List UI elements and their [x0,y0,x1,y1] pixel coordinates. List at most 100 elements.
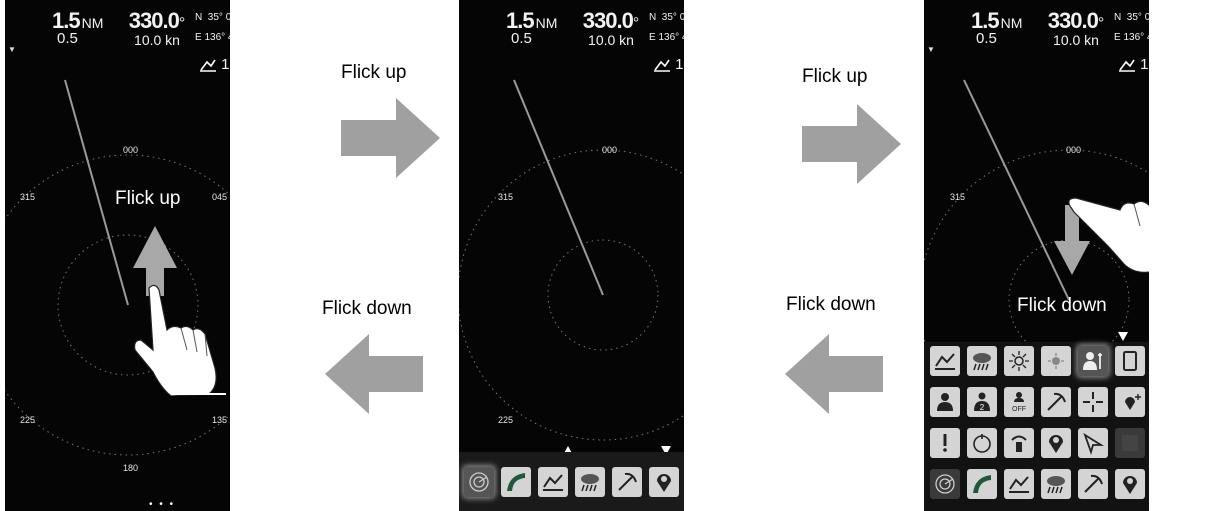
waypoint-pin-icon [1123,476,1137,494]
lat-hemi: N [649,12,657,23]
range-unit: NM [535,15,558,31]
menu-tablet-button[interactable] [1115,346,1145,376]
dock-rain-button[interactable] [574,466,605,497]
page-indicator[interactable]: • • • [149,499,175,510]
waypoint-pin-icon [1049,435,1063,453]
menu-rain-2-button[interactable] [1041,469,1071,499]
radar-screen-1[interactable]: ▼ 1.5NM 0.5 330.0° 10.0 kn N 35° 03.0070… [5,0,230,511]
settings-person-icon [1083,352,1102,370]
flow-label-bottom-left: Flick down [322,298,412,319]
menu-pickaxe-button[interactable] [1041,387,1071,417]
flow-label-top-right: Flick up [802,66,868,87]
longitude: 136° 46.9950' [1123,32,1149,43]
bearing-225: 225 [498,415,514,425]
position-readout: N 35° 03.0070' E 136° 46.9950' [195,12,230,52]
blank-tile-icon [1122,435,1138,451]
radar-screen-3[interactable]: ▼ 1.5NM 0.5 330.0° 10.0 kn N 35° 03.0070… [924,0,1149,511]
depth-icon [654,59,670,72]
bearing-225: 225 [20,415,36,425]
menu-person-off-button[interactable]: OFF [1004,387,1034,417]
menu-waypoint-2-button[interactable] [1115,469,1145,499]
header-panel: 1.5NM 0.5 330.0° 10.0 kn N 35° 03.0070' … [459,8,684,78]
depth-readout: 120.0m [1118,56,1149,73]
target-add-icon [1125,394,1141,410]
lat-hemi: N [195,12,203,23]
menu-radar-scope-button[interactable] [930,469,960,499]
menu-sun-dim-button[interactable] [1041,346,1071,376]
lon-hemi: E [1114,32,1121,43]
menu-target-add-button[interactable] [1115,387,1145,417]
dock-depth-button[interactable] [538,466,569,497]
brightness-icon [1009,351,1029,371]
heading-value: 330.0 [128,8,180,33]
longitude: 136° 46.9950' [204,32,230,43]
right-arrow-icon [802,104,901,184]
depth-bottom-icon [935,353,955,370]
curve-icon [507,472,526,491]
latitude: 35° 03.0070' [1126,12,1149,23]
cursor-line-icon [1083,432,1105,455]
depth-bottom-icon [1009,476,1029,493]
speed-value: 10.0 kn [1053,32,1099,48]
latitude: 35° 03.0070' [207,12,230,23]
bearing-045: 045 [212,192,228,202]
position-readout: N 35° 03.0070' E 136° 46.9950' [1114,12,1149,52]
lon-hemi: E [649,32,656,43]
rain-clutter-icon [580,473,599,491]
speed-value: 10.0 kn [134,32,180,48]
menu-crosshair-button[interactable] [1078,387,1108,417]
range-readout[interactable]: 1.5 NM 0.5 [52,8,103,47]
range-unit: NM [1000,15,1023,31]
depth-readout: 120.0m [653,56,684,73]
heading-value: 330.0 [1047,8,1099,33]
bearing-000: 000 [602,145,618,155]
depth-bottom-icon [543,473,564,491]
menu-person-button[interactable] [930,387,960,417]
position-readout: N 35° 03.0070' E 136° 46.9950' [649,12,684,52]
menu-waypoint-button[interactable] [1041,428,1071,458]
menu-alert-button[interactable] [930,428,960,458]
heading-degree: ° [632,15,640,32]
depth-value: 120.0 [675,56,684,73]
bearing-135: 135 [212,415,228,425]
ring-interval: 0.5 [976,30,997,47]
range-readout[interactable]: 1.5 NM 0.5 [506,8,558,47]
menu-pickaxe-2-button[interactable] [1078,469,1108,499]
menu-receiver-button[interactable] [1004,428,1034,458]
menu-curve-button[interactable] [967,469,997,499]
menu-blank-button[interactable] [1115,428,1145,458]
bearing-000: 000 [1066,145,1082,155]
range-readout[interactable]: 1.5 NM 0.5 [971,8,1023,47]
dock-radar-scope-button[interactable] [464,466,495,497]
dock-pickaxe-button[interactable] [611,466,642,497]
dock-waypoint-button[interactable] [648,466,679,497]
heading-degree: ° [1097,15,1105,32]
menu-person-2-button[interactable]: 2 [967,387,997,417]
menu-settings-button[interactable] [1078,346,1108,376]
lat-hemi: N [1114,12,1122,23]
bearing-315: 315 [950,192,966,202]
heading-readout: 330.0° 10.0 kn [1041,8,1111,48]
radar-screen-2[interactable]: 1.5NM 0.5 330.0° 10.0 kn N 35° 03.0070' … [459,0,684,511]
pickaxe-icon [1084,474,1103,493]
rain-clutter-icon [973,353,991,371]
menu-depth-2-button[interactable] [1004,469,1034,499]
header-panel: 1.5NM 0.5 330.0° 10.0 kn N 35° 03.0070' … [924,8,1149,78]
menu-brightness-button[interactable] [1004,346,1034,376]
menu-depth-button[interactable] [930,346,960,376]
menu-circle-target-button[interactable] [967,428,997,458]
menu-cursor-line-button[interactable] [1078,428,1108,458]
heading-degree: ° [178,15,186,32]
hand-pointer-icon [134,284,226,396]
depth-value: 120.0 [221,56,230,73]
tablet-icon [1123,351,1137,371]
receiver-icon [1011,435,1027,452]
menu-rain-button[interactable] [967,346,997,376]
person-2-icon: 2 [974,392,990,412]
quick-dock [459,452,684,511]
full-menu-panel: 2 OFF [924,342,1149,511]
heading-line [513,79,604,296]
person-icon [937,393,953,411]
latitude: 35° 03.0070' [661,12,684,23]
dock-curve-button[interactable] [501,466,532,497]
